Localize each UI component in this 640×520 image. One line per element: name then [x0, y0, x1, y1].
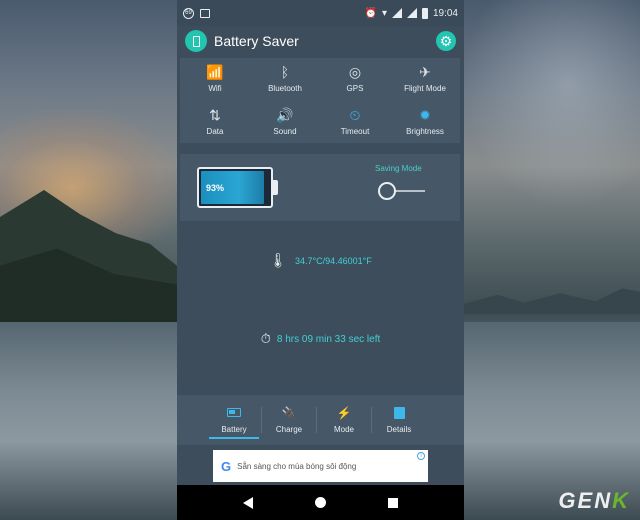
background-clouds	[460, 0, 640, 210]
timeout-icon: ⏲	[349, 106, 361, 123]
cell-signal-2-icon	[406, 8, 417, 18]
toggle-label: Brightness	[406, 126, 444, 136]
back-icon[interactable]	[243, 496, 253, 509]
ad-banner[interactable]: G Sẵn sàng cho mùa bóng sôi động i	[213, 450, 428, 482]
battery-level-gauge: 93%	[197, 167, 273, 208]
quick-toggles: 📶 Wifi ᛒ Bluetooth ◎ GPS ✈ Flight Mode ⇅…	[180, 58, 460, 143]
phone-screen: 69 ⏰ ▾ 19:04 Battery Saver ⚙ 📶 Wifi ᛒ Bl…	[177, 0, 464, 520]
thermometer-icon: 🌡	[269, 252, 287, 268]
background-mountain-right	[462, 288, 640, 314]
battery-tip	[273, 180, 278, 195]
genk-watermark: GENK	[558, 488, 630, 513]
ad-text: Sẵn sàng cho mùa bóng sôi động	[237, 461, 357, 471]
tab-battery[interactable]: Battery	[207, 395, 261, 445]
google-logo-icon: G	[221, 458, 232, 474]
android-nav-bar	[177, 485, 464, 520]
battery-icon	[227, 407, 241, 420]
data-icon: ⇅	[209, 106, 221, 123]
bottom-tab-bar: Battery 🔌 Charge ⚡ Mode Details	[177, 395, 464, 445]
temperature-row: 🌡 34.7°C/94.46001°F	[177, 252, 464, 269]
tab-charge[interactable]: 🔌 Charge	[262, 395, 316, 445]
wifi-icon: 📶	[206, 64, 224, 80]
saving-mode-label: Saving Mode	[375, 164, 422, 173]
toggle-label: Data	[206, 126, 224, 136]
home-icon[interactable]	[315, 497, 326, 508]
ad-info-icon[interactable]: i	[417, 452, 425, 460]
toggle-brightness[interactable]: ✹ Brightness	[390, 100, 460, 143]
status-time: 19:04	[432, 7, 458, 19]
toggle-label: Timeout	[340, 126, 370, 136]
app-bar: Battery Saver ⚙	[177, 26, 464, 56]
toggle-wifi[interactable]: 📶 Wifi	[180, 58, 250, 100]
sound-icon: 🔊	[276, 106, 294, 123]
saving-mode-switch[interactable]	[378, 182, 396, 200]
cell-signal-icon	[391, 8, 402, 18]
tab-label: Mode	[333, 424, 354, 434]
toggle-flight-mode[interactable]: ✈ Flight Mode	[390, 58, 460, 100]
battery-card: 93% Saving Mode	[180, 154, 460, 221]
airplane-icon: ✈	[419, 64, 431, 80]
tab-mode[interactable]: ⚡ Mode	[317, 395, 371, 445]
app-title: Battery Saver	[214, 33, 299, 49]
battery-level-fill: 93%	[201, 171, 265, 204]
time-left-row: ⏱ 8 hrs 09 min 33 sec left	[177, 331, 464, 347]
time-left-value: 8 hrs 09 min 33 sec left	[276, 333, 381, 345]
bolt-icon: ⚡	[336, 405, 352, 420]
toggle-gps[interactable]: ◎ GPS	[320, 58, 390, 100]
tab-details[interactable]: Details	[372, 395, 426, 445]
stopwatch-icon: ⏱	[260, 331, 271, 346]
toggle-label: Flight Mode	[404, 84, 446, 93]
gps-icon: ◎	[348, 64, 362, 80]
wifi-signal-icon: ▾	[381, 7, 387, 19]
plug-icon: 🔌	[281, 405, 297, 420]
toggle-sound[interactable]: 🔊 Sound	[250, 100, 320, 143]
temperature-value: 34.7°C/94.46001°F	[295, 255, 372, 266]
toggle-label: Wifi	[208, 84, 222, 93]
toggle-label: Sound	[273, 126, 297, 136]
toggle-timeout[interactable]: ⏲ Timeout	[320, 100, 390, 143]
status-bar: 69 ⏰ ▾ 19:04	[177, 0, 464, 26]
tab-label: Details	[386, 424, 412, 434]
toggle-data[interactable]: ⇅ Data	[180, 100, 250, 143]
tab-label: Battery	[221, 424, 247, 434]
tab-label: Charge	[275, 424, 303, 434]
toggle-bluetooth[interactable]: ᛒ Bluetooth	[250, 58, 320, 100]
settings-gear-icon[interactable]: ⚙	[436, 31, 456, 51]
image-notification-icon	[200, 8, 210, 18]
toggle-label: Bluetooth	[268, 84, 302, 93]
brightness-icon: ✹	[419, 106, 431, 123]
battery-percentage: 93%	[206, 182, 225, 193]
bluetooth-icon: ᛒ	[280, 64, 290, 80]
battery-status-icon	[421, 7, 428, 19]
recents-icon[interactable]	[388, 497, 398, 508]
list-icon	[393, 406, 405, 420]
alarm-icon: ⏰	[364, 7, 377, 19]
app-logo-icon	[185, 30, 207, 52]
notification-badge-icon: 69	[183, 7, 194, 19]
toggle-label: GPS	[346, 84, 364, 93]
